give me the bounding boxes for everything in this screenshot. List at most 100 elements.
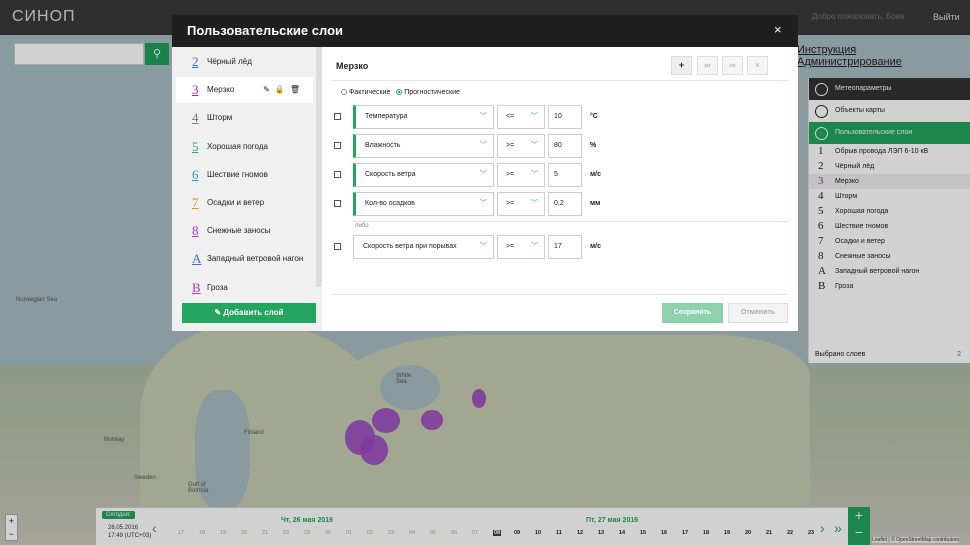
modal-layer-item[interactable]: 3 Мерзко ✎🔒🗑 <box>176 77 313 104</box>
layer-name: Гроза <box>207 282 228 292</box>
chevron-down-icon: ﹀ <box>480 200 487 207</box>
param-select[interactable]: Температура ﹀ <box>353 105 494 129</box>
form-title: Мерзко <box>336 61 369 71</box>
param-select[interactable]: Влажность ﹀ <box>353 134 494 158</box>
modal-layer-item[interactable]: 5 Хорошая погода <box>176 134 313 160</box>
value-input[interactable]: 5 <box>548 163 582 187</box>
param-value: Скорость ветра <box>365 171 416 178</box>
modal-layer-item[interactable]: B Гроза <box>176 275 313 301</box>
param-select[interactable]: Кол-во осадков ﹀ <box>353 192 494 216</box>
chevron-down-icon: ﹀ <box>531 200 538 207</box>
modal-title: Пользовательские слои <box>187 23 344 38</box>
operator-value: <= <box>506 113 515 120</box>
divider <box>332 80 788 81</box>
operator-value: >= <box>506 171 515 178</box>
unlink-icon[interactable]: ∞ <box>722 56 743 75</box>
unit-label: м/с <box>590 171 602 178</box>
modal-layer-item[interactable]: 2 Чёрный лёд <box>176 49 313 75</box>
modal-layer-item[interactable]: 7 Осадки и ветер <box>176 190 313 216</box>
operator-select[interactable]: >= ﹀ <box>497 192 545 216</box>
layer-name: Шествие гномов <box>207 169 268 179</box>
layer-name: Осадки и ветер <box>207 198 265 207</box>
value-input[interactable]: 0,2 <box>548 192 582 216</box>
layer-number-icon: 6 <box>192 166 199 182</box>
add-layer-label: Добавить слой <box>223 308 284 317</box>
add-layer-icon: ✎ <box>214 308 222 317</box>
operator-select[interactable]: >= ﹀ <box>497 163 545 187</box>
radio-forecast-label: Прогностические <box>404 89 460 96</box>
modal-layer-item[interactable]: A Западный ветровой нагон <box>176 246 313 272</box>
add-condition-button[interactable]: + <box>671 56 692 75</box>
or-operator-select[interactable]: >= ﹀ <box>497 235 545 259</box>
delete-condition-icon[interactable]: × <box>747 56 768 75</box>
radio-forecast[interactable] <box>396 89 403 95</box>
condition-checkbox[interactable] <box>334 171 341 178</box>
or-param-value: Скорость ветра при порывах <box>363 243 457 250</box>
divider <box>332 294 788 295</box>
modal-layer-item[interactable]: 8 Снежные заносы <box>176 218 313 244</box>
operator-value: >= <box>506 200 515 207</box>
condition-row: Скорость ветра ﹀ >= ﹀ 5 м/с <box>332 163 792 187</box>
condition-checkbox[interactable] <box>334 113 341 120</box>
param-value: Кол-во осадков <box>365 200 415 207</box>
or-operator-value: >= <box>506 243 515 250</box>
unit-label: % <box>590 142 597 149</box>
edit-icon[interactable]: ✎ <box>263 85 275 94</box>
layer-form: Мерзко + ∞ ∞ × Фактические Прогностическ… <box>332 47 792 331</box>
chevron-down-icon: ﹀ <box>480 171 487 178</box>
operator-select[interactable]: >= ﹀ <box>497 134 545 158</box>
modal-layer-item[interactable]: 6 Шествие гномов <box>176 162 313 188</box>
cancel-button[interactable]: Отменить <box>728 303 788 323</box>
chevron-down-icon: ﹀ <box>480 142 487 149</box>
chevron-down-icon: ﹀ <box>480 243 487 250</box>
layer-number-icon: 5 <box>192 138 199 154</box>
param-value: Влажность <box>365 142 401 149</box>
value-input[interactable]: 10 <box>548 105 582 129</box>
chevron-down-icon: ﹀ <box>531 243 538 250</box>
close-icon[interactable]: × <box>774 22 782 37</box>
layer-list-scrollbar[interactable] <box>316 47 322 287</box>
radio-actual[interactable] <box>341 89 347 95</box>
modal-layer-item[interactable]: 4 Шторм <box>176 105 313 131</box>
layer-number-icon: A <box>192 251 202 267</box>
or-param-select[interactable]: Скорость ветра при порывах ﹀ <box>353 235 494 259</box>
radio-actual-label: Фактические <box>349 89 391 96</box>
layer-name: Шторм <box>207 113 233 123</box>
param-select[interactable]: Скорость ветра ﹀ <box>353 163 494 187</box>
condition-checkbox[interactable] <box>334 200 341 207</box>
operator-value: >= <box>506 142 515 149</box>
chevron-down-icon: ﹀ <box>531 113 538 120</box>
layer-name: Мерзко <box>207 85 235 95</box>
layer-number-icon: 8 <box>192 223 199 239</box>
layer-number-icon: 4 <box>192 110 199 126</box>
chevron-down-icon: ﹀ <box>531 142 538 149</box>
chevron-down-icon: ﹀ <box>480 113 487 120</box>
layer-name: Хорошая погода <box>207 141 268 151</box>
condition-checkbox[interactable] <box>334 142 341 149</box>
operator-select[interactable]: <= ﹀ <box>497 105 545 129</box>
unit-label: мм <box>590 200 601 207</box>
save-button[interactable]: Сохранить <box>662 303 723 323</box>
or-value-input[interactable]: 17 <box>548 235 582 259</box>
condition-row: Кол-во осадков ﹀ >= ﹀ 0,2 мм <box>332 192 792 216</box>
link-icon[interactable]: ∞ <box>697 56 718 75</box>
layer-number-icon: 2 <box>192 54 199 69</box>
value-input[interactable]: 80 <box>548 134 582 158</box>
layer-name: Чёрный лёд <box>207 57 252 66</box>
condition-row: Температура ﹀ <= ﹀ 10 °C <box>332 105 792 129</box>
or-condition-checkbox[interactable] <box>334 243 341 250</box>
param-value: Температура <box>365 113 408 120</box>
lock-icon[interactable]: 🔒 <box>275 85 290 94</box>
condition-row: Влажность ﹀ >= ﹀ 80% <box>332 134 792 158</box>
layer-name: Западный ветровой нагон <box>207 254 304 264</box>
add-layer-button[interactable]: ✎ Добавить слой <box>182 303 316 323</box>
or-divider: либо <box>353 221 788 229</box>
or-unit: м/с <box>590 243 602 250</box>
layer-name: Снежные заносы <box>207 226 271 236</box>
chevron-down-icon: ﹀ <box>531 171 538 178</box>
trash-icon[interactable]: 🗑 <box>290 85 305 94</box>
layer-number-icon: B <box>192 279 201 295</box>
layer-actions: ✎🔒🗑 <box>263 77 305 103</box>
layer-number-icon: 7 <box>192 195 199 210</box>
modal-layer-list: 2 Чёрный лёд 3 Мерзко ✎🔒🗑 4 Шторм 5 Хорошая пого… <box>172 47 322 331</box>
